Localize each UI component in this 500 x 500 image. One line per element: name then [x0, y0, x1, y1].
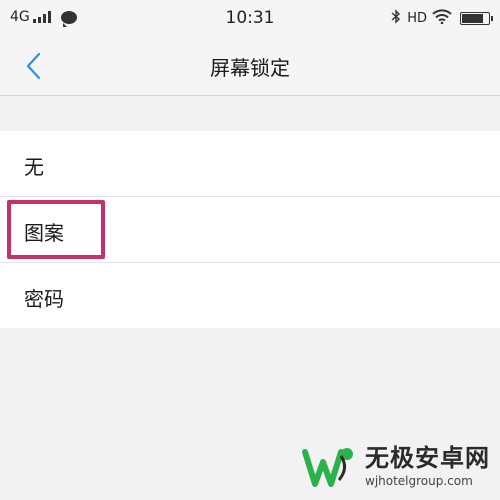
option-pattern[interactable]: 图案 [0, 197, 500, 263]
option-none[interactable]: 无 [0, 131, 500, 197]
nav-header: 屏幕锁定 [0, 36, 500, 96]
page-title: 屏幕锁定 [210, 56, 290, 80]
status-bar: 4G 10:31 HD [0, 0, 500, 36]
battery-icon [460, 12, 493, 25]
watermark-url: wjhotelgroup.com [365, 474, 473, 488]
option-label: 无 [24, 155, 44, 179]
watermark-text: 无极安卓网 wjhotelgroup.com [365, 444, 490, 488]
logo-icon [302, 448, 353, 487]
chevron-left-icon [26, 52, 41, 80]
watermark-title: 无极安卓网 [365, 444, 490, 472]
back-button[interactable] [18, 50, 50, 82]
wifi-icon [432, 9, 452, 28]
hd-label: HD [407, 11, 427, 26]
option-label: 密码 [24, 287, 64, 311]
bluetooth-icon [391, 9, 401, 28]
screen: 4G 10:31 HD 屏幕锁定 无 图案 密码 无极安卓网 wjhotelgr… [0, 0, 500, 500]
battery-fill [462, 14, 483, 23]
option-label: 图案 [24, 221, 64, 245]
watermark: 无极安卓网 wjhotelgroup.com [301, 444, 490, 488]
status-right: HD [391, 9, 493, 28]
option-password[interactable]: 密码 [0, 263, 500, 328]
lock-option-list: 无 图案 密码 [0, 131, 500, 328]
